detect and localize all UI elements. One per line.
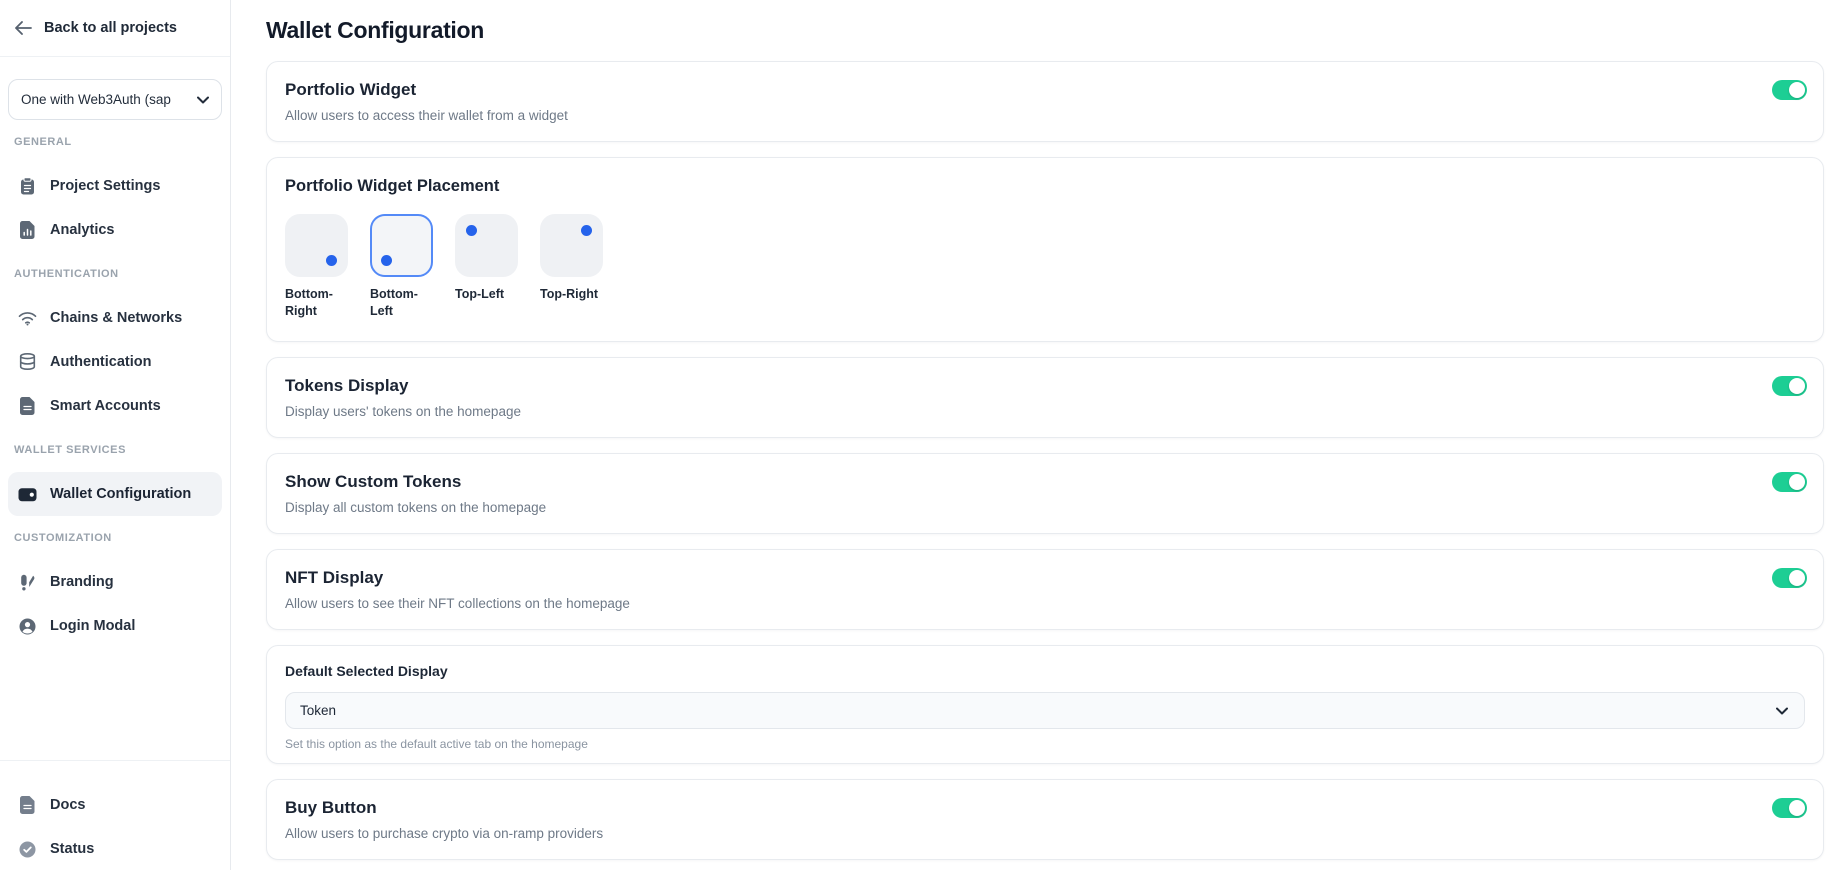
placement-tile xyxy=(455,214,518,277)
placement-label: Top-Left xyxy=(455,286,518,303)
sidebar-item-smart-accounts[interactable]: Smart Accounts xyxy=(8,384,222,428)
sidebar-item-project-settings[interactable]: Project Settings xyxy=(8,164,222,208)
clipboard-icon xyxy=(18,177,37,195)
sidebar-nav: One with Web3Auth (sap GENERAL Project S… xyxy=(0,57,230,760)
project-selector-value: One with Web3Auth (sap xyxy=(21,92,191,107)
sidebar-item-label: Project Settings xyxy=(50,178,160,194)
wallet-icon xyxy=(18,486,37,502)
card-title: Buy Button xyxy=(285,797,603,819)
sidebar-item-label: Status xyxy=(50,841,94,857)
database-icon xyxy=(18,353,37,371)
card-description: Display users' tokens on the homepage xyxy=(285,403,521,420)
section-label-customization: CUSTOMIZATION xyxy=(8,516,222,560)
placement-option-top-right[interactable]: Top-Right xyxy=(540,214,606,319)
placement-dot-icon xyxy=(326,255,337,266)
nft-display-toggle[interactable] xyxy=(1772,568,1807,588)
toggle-knob xyxy=(1789,570,1805,586)
section-label-general: GENERAL xyxy=(8,120,222,164)
back-label: Back to all projects xyxy=(44,20,177,36)
placement-label: Top-Right xyxy=(540,286,603,303)
placement-tile xyxy=(370,214,433,277)
check-circle-icon xyxy=(18,841,37,858)
card-title: Portfolio Widget xyxy=(285,79,568,101)
placement-options: Bottom-Right Bottom-Left Top-Left Top-Ri… xyxy=(285,214,1805,319)
page-title: Wallet Configuration xyxy=(266,17,1824,44)
card-title: Show Custom Tokens xyxy=(285,471,546,493)
sidebar-item-wallet-configuration[interactable]: Wallet Configuration xyxy=(8,472,222,516)
placement-option-top-left[interactable]: Top-Left xyxy=(455,214,521,319)
buy-button-card: Buy Button Allow users to purchase crypt… xyxy=(266,779,1824,860)
toggle-knob xyxy=(1789,474,1805,490)
sidebar-item-label: Docs xyxy=(50,797,85,813)
placement-label: Bottom-Left xyxy=(370,286,433,319)
placement-tile xyxy=(540,214,603,277)
select-value: Token xyxy=(300,703,336,718)
sidebar-item-authentication[interactable]: Authentication xyxy=(8,340,222,384)
doc-icon xyxy=(18,796,37,814)
back-to-projects-link[interactable]: Back to all projects xyxy=(0,0,230,57)
card-title: Tokens Display xyxy=(285,375,521,397)
portfolio-widget-toggle[interactable] xyxy=(1772,80,1807,100)
section-label-authentication: AUTHENTICATION xyxy=(8,252,222,296)
sidebar-item-label: Authentication xyxy=(50,354,152,370)
nft-display-card: NFT Display Allow users to see their NFT… xyxy=(266,549,1824,630)
chevron-down-icon xyxy=(1776,703,1788,718)
main-content: Wallet Configuration Portfolio Widget Al… xyxy=(232,0,1840,870)
section-label-wallet-services: WALLET SERVICES xyxy=(8,428,222,472)
default-selected-display-card: Default Selected Display Token Set this … xyxy=(266,645,1824,764)
sidebar-item-label: Login Modal xyxy=(50,618,135,634)
sidebar-item-label: Smart Accounts xyxy=(50,398,161,414)
back-arrow-icon xyxy=(14,21,33,35)
placement-dot-icon xyxy=(466,225,477,236)
show-custom-tokens-card: Show Custom Tokens Display all custom to… xyxy=(266,453,1824,534)
card-description: Display all custom tokens on the homepag… xyxy=(285,499,546,516)
brush-icon xyxy=(18,574,37,591)
sidebar-item-status[interactable]: Status xyxy=(8,827,222,871)
sidebar-item-analytics[interactable]: Analytics xyxy=(8,208,222,252)
buy-button-toggle[interactable] xyxy=(1772,798,1807,818)
select-helper-text: Set this option as the default active ta… xyxy=(285,737,1805,751)
project-selector[interactable]: One with Web3Auth (sap xyxy=(8,79,222,120)
toggle-knob xyxy=(1789,378,1805,394)
portfolio-widget-card: Portfolio Widget Allow users to access t… xyxy=(266,61,1824,142)
toggle-knob xyxy=(1789,82,1805,98)
placement-dot-icon xyxy=(381,255,392,266)
tokens-display-card: Tokens Display Display users' tokens on … xyxy=(266,357,1824,438)
sidebar-item-docs[interactable]: Docs xyxy=(8,783,222,827)
toggle-knob xyxy=(1789,800,1805,816)
sidebar-item-branding[interactable]: Branding xyxy=(8,560,222,604)
select-label: Default Selected Display xyxy=(285,663,1805,680)
tokens-display-toggle[interactable] xyxy=(1772,376,1807,396)
sidebar-item-chains-networks[interactable]: Chains & Networks xyxy=(8,296,222,340)
sidebar-footer: Docs Status xyxy=(0,760,230,870)
sidebar-item-label: Branding xyxy=(50,574,114,590)
sidebar-item-login-modal[interactable]: Login Modal xyxy=(8,604,222,648)
sidebar-item-label: Chains & Networks xyxy=(50,310,182,326)
placement-option-bottom-left[interactable]: Bottom-Left xyxy=(370,214,436,319)
show-custom-tokens-toggle[interactable] xyxy=(1772,472,1807,492)
analytics-doc-icon xyxy=(18,221,37,239)
card-description: Allow users to see their NFT collections… xyxy=(285,595,630,612)
chevron-down-icon xyxy=(197,91,209,109)
card-description: Allow users to purchase crypto via on-ra… xyxy=(285,825,603,842)
card-title: Portfolio Widget Placement xyxy=(285,176,1805,197)
sidebar: Back to all projects One with Web3Auth (… xyxy=(0,0,231,870)
card-title: NFT Display xyxy=(285,567,630,589)
portfolio-widget-placement-card: Portfolio Widget Placement Bottom-Right … xyxy=(266,157,1824,342)
placement-label: Bottom-Right xyxy=(285,286,348,319)
user-circle-icon xyxy=(18,618,37,635)
sidebar-item-label: Analytics xyxy=(50,222,114,238)
placement-dot-icon xyxy=(581,225,592,236)
placement-option-bottom-right[interactable]: Bottom-Right xyxy=(285,214,351,319)
default-display-select[interactable]: Token xyxy=(285,692,1805,729)
wifi-icon xyxy=(18,311,37,326)
file-icon xyxy=(18,397,37,415)
sidebar-item-label: Wallet Configuration xyxy=(50,486,191,502)
card-description: Allow users to access their wallet from … xyxy=(285,107,568,124)
placement-tile xyxy=(285,214,348,277)
